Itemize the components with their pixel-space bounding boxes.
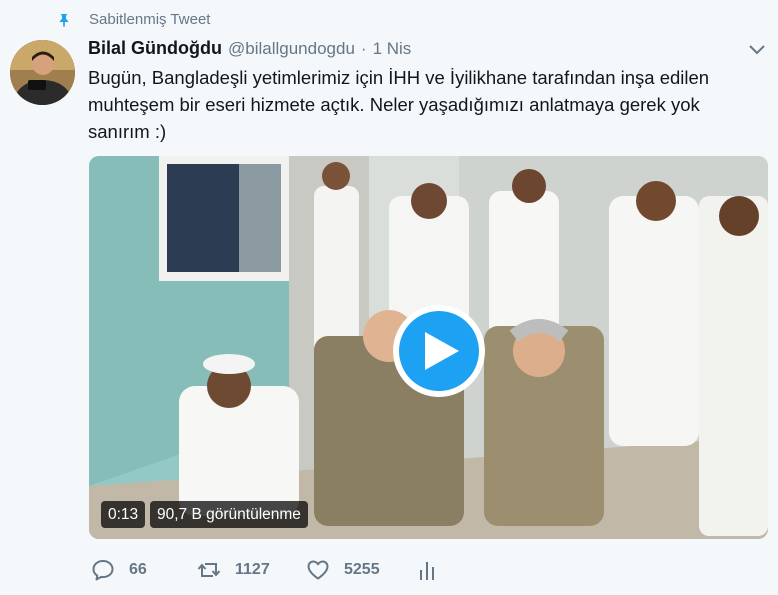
retweet-icon [197,563,221,577]
author-name[interactable]: Bilal Gündoğdu [88,38,222,59]
pin-icon [59,13,69,27]
retweet-button[interactable]: 1127 [197,558,270,582]
analytics-button[interactable] [415,558,453,582]
like-count: 5255 [344,561,380,578]
stats-icon [420,562,434,580]
reply-button[interactable]: 66 [91,558,147,582]
avatar[interactable] [10,40,75,105]
chevron-down-icon[interactable] [748,42,766,56]
play-button[interactable] [393,305,485,397]
reply-icon [92,560,114,581]
like-button[interactable]: 5255 [306,558,380,582]
author-handle[interactable]: @bilallgundogdu [228,39,355,59]
tweet-text: Bugün, Bangladeşli yetimlerimiz için İHH… [88,67,710,142]
tweet-date[interactable]: 1 Nis [373,39,412,59]
play-icon [425,332,459,370]
tweet-header: Bilal Gündoğdu @bilallgundogdu · 1 Nis [88,38,411,59]
separator-dot: · [360,39,367,58]
pinned-label: Sabitlenmiş Tweet [89,11,211,28]
reply-count: 66 [129,561,147,578]
video-view-count: 90,7 B görüntülenme [150,501,308,528]
like-icon [307,560,329,580]
tweet-card[interactable]: Sabitlenmiş Tweet Bilal Gündoğdu @bilall… [0,0,778,595]
pinned-indicator: Sabitlenmiş Tweet [56,11,210,28]
retweet-count: 1127 [235,561,270,578]
video-duration: 0:13 [101,501,146,528]
